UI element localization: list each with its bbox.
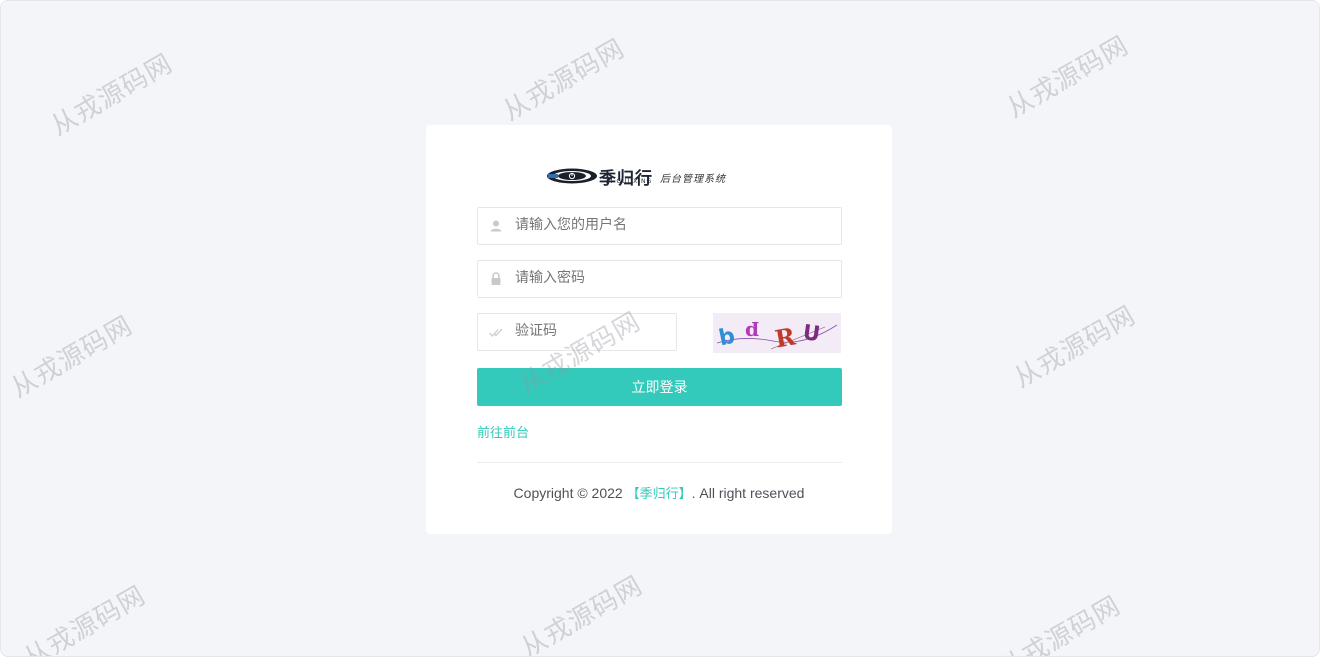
watermark: 从戎源码网 [498,33,630,128]
password-input[interactable] [515,261,834,295]
captcha-char-2: p [745,321,759,345]
copyright-prefix: Copyright © 2022 [513,485,627,501]
watermark: 从戎源码网 [994,590,1126,657]
user-icon [490,220,502,232]
login-card: 季归行 JI GUI XING 后台管理系统 请输入您的用户名 验证码 b p … [426,125,892,534]
watermark: 从戎源码网 [6,310,138,405]
logo-mark-icon [547,168,597,184]
copyright-brand: 【季归行】 [626,487,692,502]
password-field [477,260,842,298]
captcha-field [477,313,677,351]
logo-subtitle: 后台管理系统 [660,174,726,185]
watermark: 从戎源码网 [516,570,648,657]
logo-name-cn: 季归行 [599,169,653,189]
check-icon [489,328,503,337]
watermark: 从戎源码网 [1002,30,1134,125]
captcha-char-3: R [773,321,799,353]
watermark: 从戎源码网 [19,580,151,657]
lock-icon [491,272,501,285]
captcha-image[interactable]: b p R U [713,313,841,354]
logo-name-en: JI GUI XING [608,178,653,185]
captcha-char-4: U [801,320,821,346]
login-page: 季归行 JI GUI XING 后台管理系统 请输入您的用户名 验证码 b p … [0,0,1320,657]
copyright: Copyright © 2022 【季归行】. All right reserv… [426,483,892,502]
go-to-frontend-link[interactable]: 前往前台 [477,422,529,441]
username-field [477,207,842,245]
username-input[interactable] [515,208,834,242]
watermark: 从戎源码网 [46,48,178,143]
captcha-input[interactable] [515,314,669,348]
login-button[interactable]: 立即登录 [477,368,842,406]
copyright-suffix: . All right reserved [691,485,805,501]
divider [477,462,842,463]
captcha-image-graphic: b p R U [717,320,838,354]
watermark: 从戎源码网 [1009,300,1141,395]
captcha-char-1: b [717,324,738,352]
logo: 季归行 JI GUI XING 后台管理系统 [546,165,776,189]
